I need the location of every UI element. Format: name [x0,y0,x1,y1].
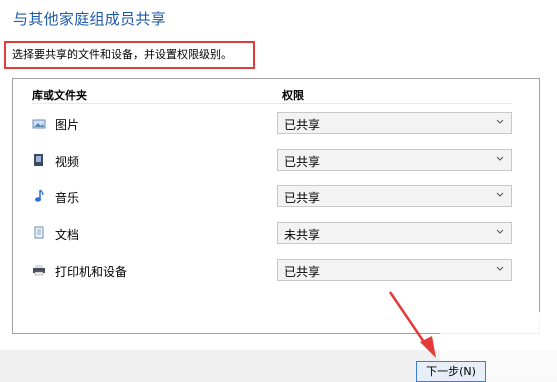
documents-icon [32,226,46,240]
permission-value-videos: 已共享 [284,155,321,169]
pictures-icon [32,117,46,131]
chevron-down-icon [496,119,504,124]
permission-value-music: 已共享 [284,191,321,205]
music-icon [32,189,46,203]
printer-icon [32,263,46,277]
videos-icon [32,153,46,167]
chevron-down-icon [496,156,504,161]
permission-value-documents: 未共享 [284,228,321,242]
column-header-permission: 权限 [282,89,304,102]
permission-value-pictures: 已共享 [284,118,321,132]
permission-select-printers[interactable]: 已共享 [277,259,512,281]
permission-select-music[interactable]: 已共享 [277,185,512,207]
row-label-documents: 文档 [55,228,80,242]
next-button[interactable]: 下一步(N) [416,361,486,382]
row-label-videos: 视频 [55,155,80,169]
chevron-down-icon [496,266,504,271]
permission-value-printers: 已共享 [284,265,321,279]
red-arrow-annotation [388,291,436,358]
row-label-printers: 打印机和设备 [55,265,128,279]
permission-select-pictures[interactable]: 已共享 [277,112,512,134]
chevron-down-icon [496,192,504,197]
permission-select-videos[interactable]: 已共享 [277,149,512,171]
permission-select-documents[interactable]: 未共享 [277,222,512,244]
header-divider [32,103,512,104]
instruction-text: 选择要共享的文件和设备，并设置权限级别。 [12,48,232,61]
dialog-title: 与其他家庭组成员共享 [13,10,167,28]
column-header-library: 库或文件夹 [32,89,87,102]
row-label-pictures: 图片 [55,118,80,132]
row-label-music: 音乐 [55,191,80,205]
chevron-down-icon [496,229,504,234]
